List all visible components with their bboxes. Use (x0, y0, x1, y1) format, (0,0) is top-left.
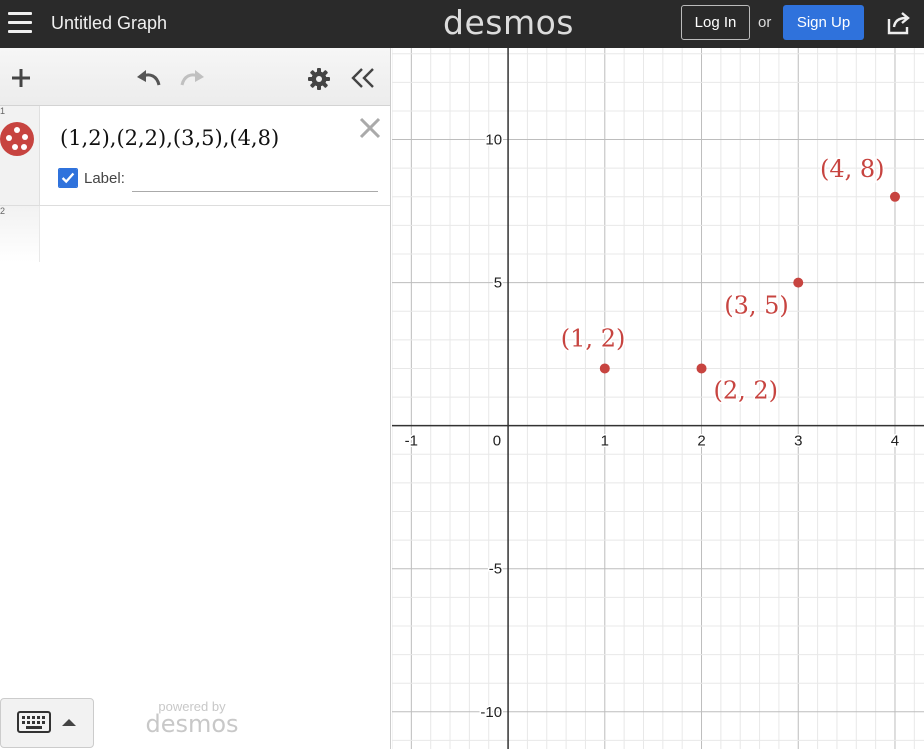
x-tick-label: 4 (891, 433, 899, 450)
hamburger-icon[interactable] (8, 12, 32, 34)
point-style-icon[interactable] (0, 122, 34, 156)
undo-icon[interactable] (135, 67, 163, 89)
redo-icon[interactable] (178, 67, 206, 89)
empty-expression-row[interactable]: 2 (0, 206, 390, 262)
x-tick-label: 2 (697, 433, 705, 450)
graph-canvas[interactable]: -1 1 2 3 4 0 -10 -5 5 10 (1, 2) (2, 2) (3, 5) (4, 8) (392, 48, 924, 749)
caret-up-icon (62, 719, 76, 726)
x-tick-label: -1 (405, 433, 418, 450)
gear-icon[interactable] (307, 67, 331, 91)
expression-row[interactable]: 1 (1,2),(2,2),(3,5),(4,8) Label: (0, 106, 390, 206)
y-tick-label: 5 (494, 275, 502, 292)
signup-button[interactable]: Sign Up (783, 5, 864, 40)
expression-gutter: 2 (0, 206, 40, 262)
keyboard-icon (17, 711, 51, 733)
powered-by: powered by desmos (145, 699, 239, 738)
expression-index: 2 (0, 206, 6, 216)
point-label: (2, 2) (714, 376, 779, 404)
point-label: (1, 2) (561, 324, 626, 352)
or-text: or (758, 14, 772, 31)
data-point (889, 191, 900, 202)
data-point (599, 363, 610, 374)
expression-toolbar (0, 48, 390, 106)
point-label: (3, 5) (724, 292, 789, 320)
close-icon[interactable] (358, 116, 382, 140)
x-tick-label: 1 (601, 433, 609, 450)
y-tick-label: -5 (489, 561, 502, 578)
share-icon[interactable] (886, 10, 912, 36)
desmos-logo: desmos (443, 3, 574, 42)
label-input[interactable] (132, 166, 378, 192)
graph-svg[interactable]: -1 1 2 3 4 0 -10 -5 5 10 (1, 2) (2, 2) (3, 5) (4, 8) (392, 48, 924, 749)
login-button[interactable]: Log In (681, 5, 750, 40)
point-label: (4, 8) (820, 155, 885, 183)
expression-index: 1 (0, 106, 6, 116)
expression-panel: 1 (1,2),(2,2),(3,5),(4,8) Label: 2 power… (0, 48, 391, 749)
powered-by-logo: desmos (145, 710, 239, 738)
graph-title[interactable]: Untitled Graph (51, 13, 167, 34)
expression-latex[interactable]: (1,2),(2,2),(3,5),(4,8) (60, 126, 279, 150)
origin-label: 0 (493, 433, 501, 450)
data-point (696, 363, 707, 374)
top-bar: Untitled Graph desmos Log In or Sign Up (0, 0, 924, 48)
data-point (793, 277, 804, 288)
label-checkbox[interactable] (58, 168, 78, 188)
plus-icon[interactable] (10, 67, 32, 89)
label-caption: Label: (84, 170, 125, 187)
x-tick-label: 3 (794, 433, 802, 450)
y-tick-label: -10 (480, 704, 502, 721)
keypad-toggle-button[interactable] (0, 698, 94, 748)
y-tick-label: 10 (485, 132, 502, 149)
collapse-icon[interactable] (350, 66, 376, 90)
expression-gutter: 1 (0, 106, 40, 205)
